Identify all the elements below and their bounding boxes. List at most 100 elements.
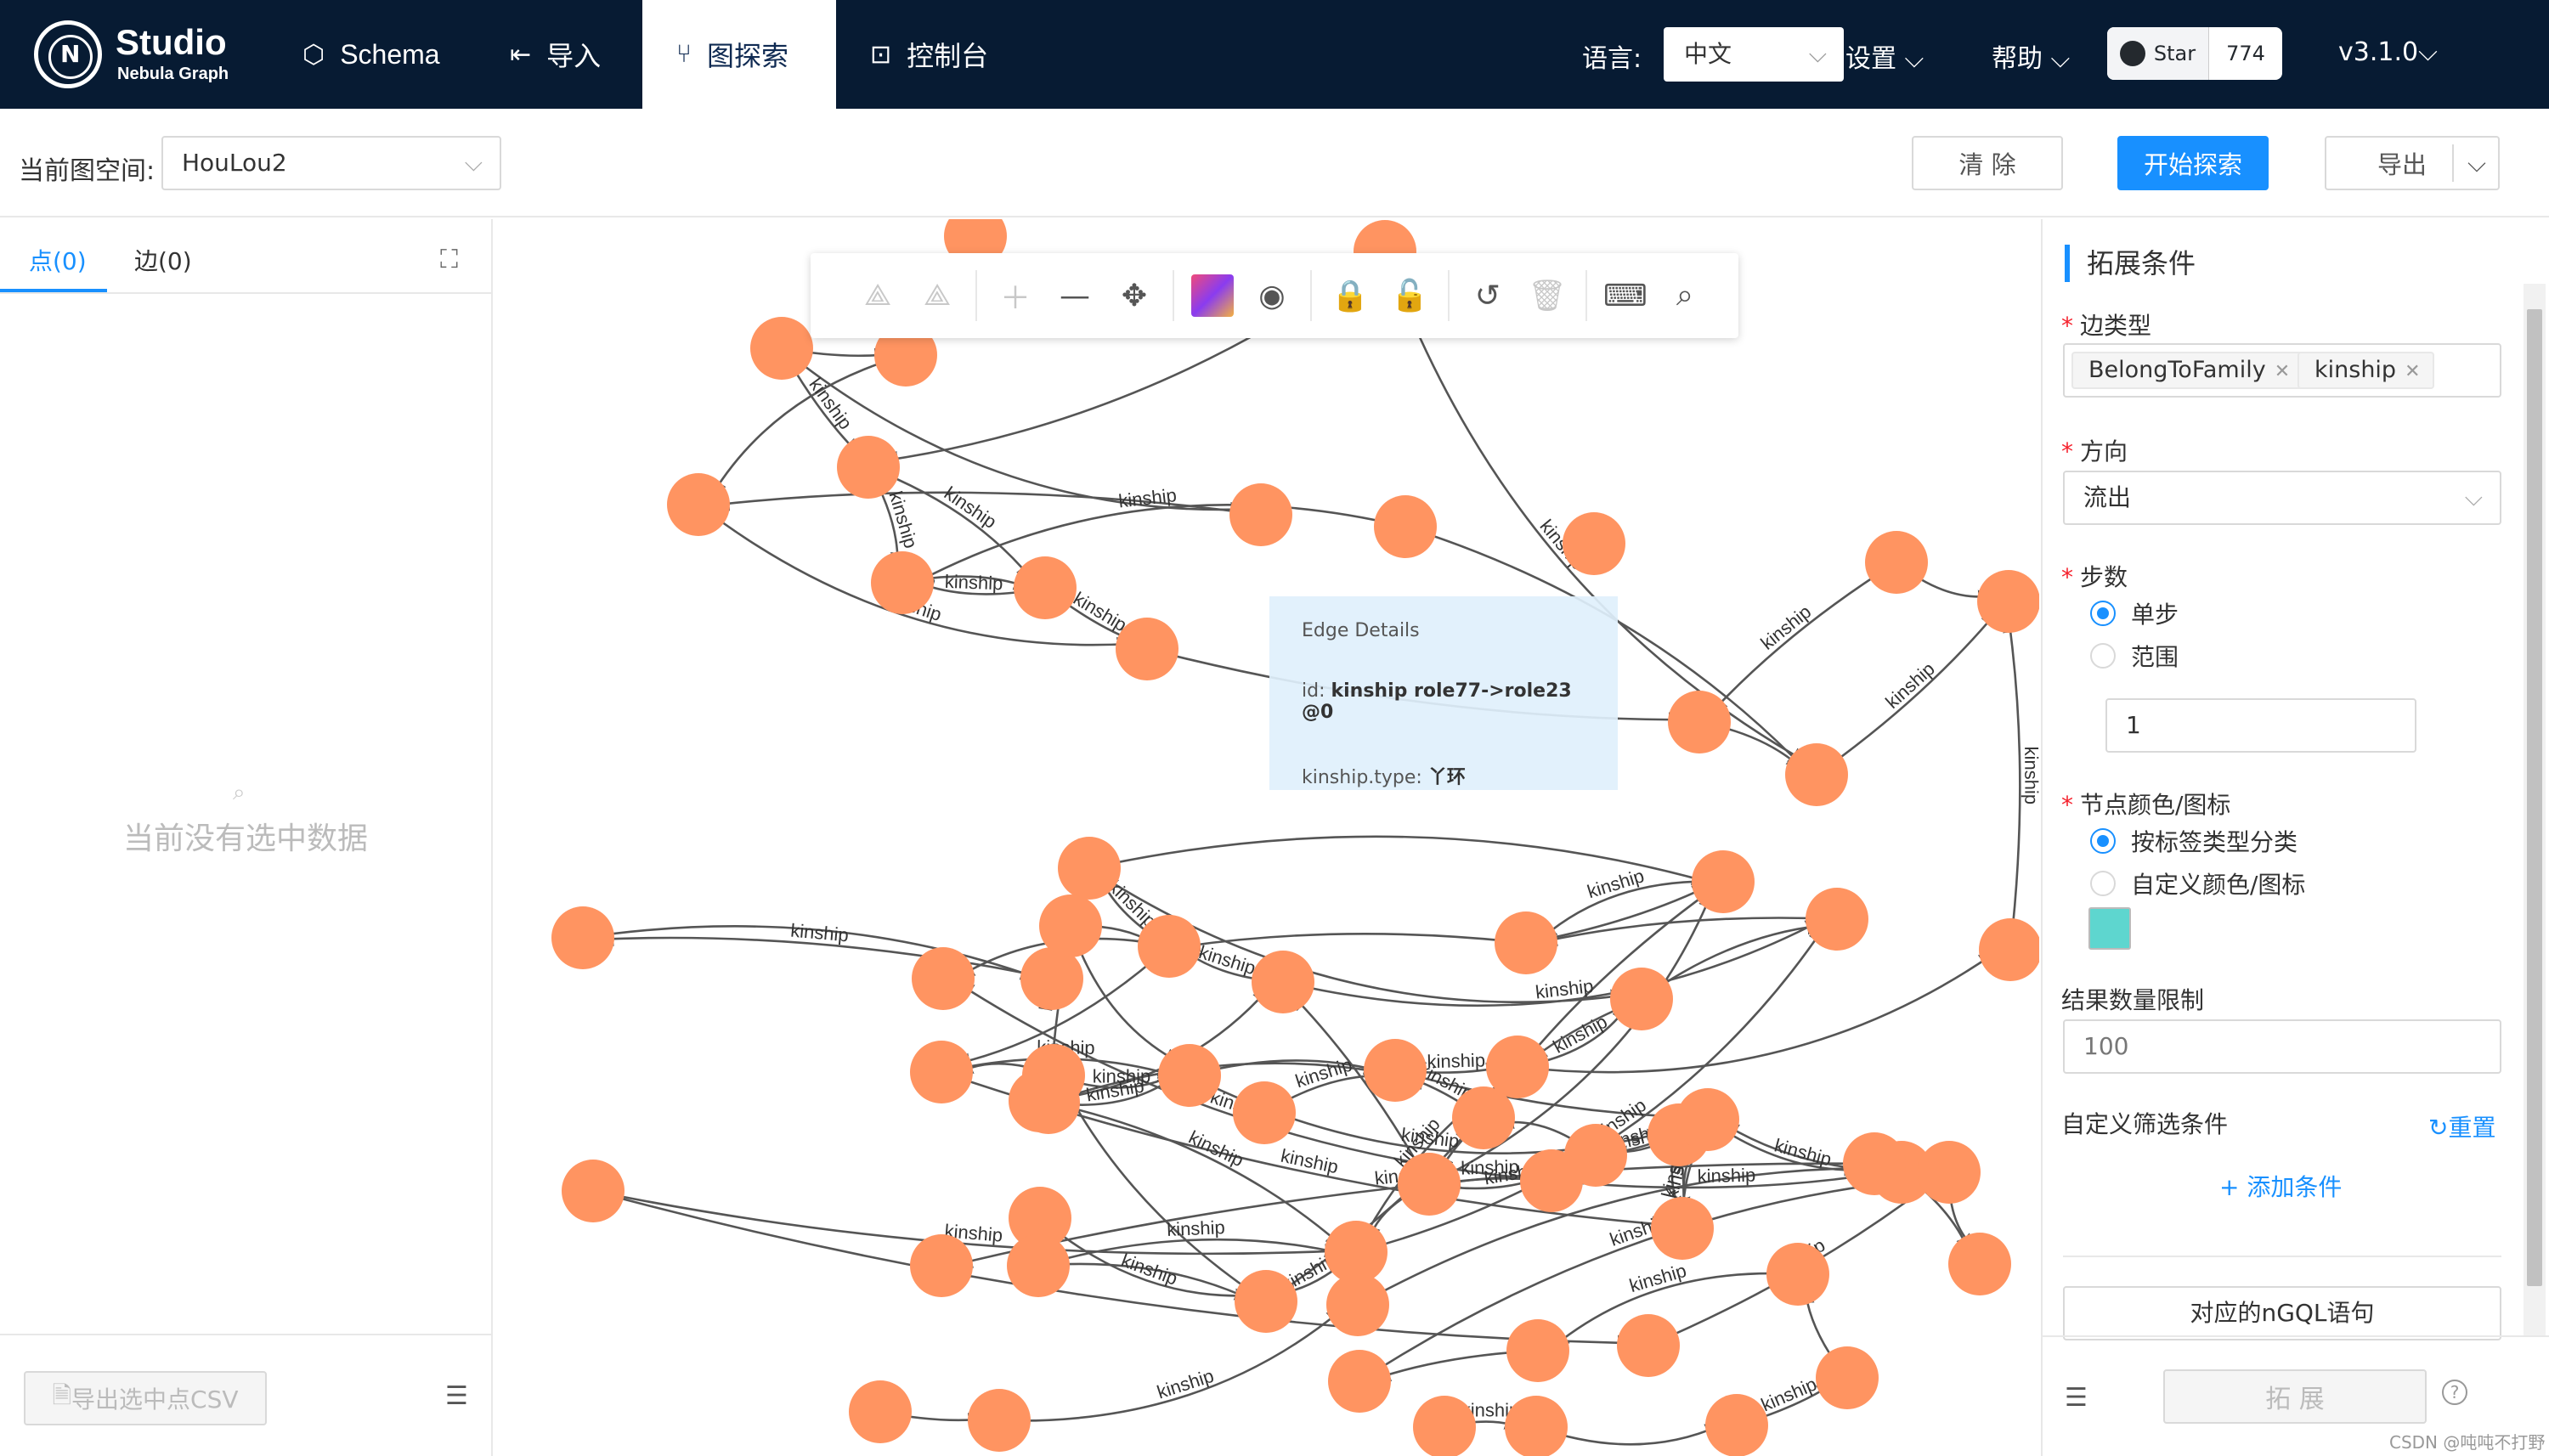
graph-node[interactable] <box>1235 1270 1297 1333</box>
graph-edge[interactable] <box>2003 617 2021 951</box>
graph-node[interactable] <box>1610 968 1673 1030</box>
graph-node[interactable] <box>871 551 934 614</box>
tab-vertices[interactable]: 点(0) <box>29 243 87 277</box>
graph-node[interactable] <box>1364 1039 1427 1102</box>
graph-node[interactable] <box>1374 495 1437 558</box>
graph-edge[interactable] <box>1184 932 1527 952</box>
graph-node[interactable] <box>1398 1153 1461 1216</box>
graph-node[interactable] <box>667 473 730 536</box>
graph-node[interactable] <box>968 1389 1031 1452</box>
expand-button[interactable]: 拓 展 <box>2163 1369 2427 1424</box>
fullscreen-icon[interactable]: ⛶ <box>440 245 458 274</box>
delete-icon[interactable]: 🗑 <box>1518 270 1577 321</box>
graph-node[interactable] <box>1651 1197 1714 1260</box>
step-input[interactable]: 1 <box>2105 698 2416 753</box>
graph-node[interactable] <box>1252 951 1314 1013</box>
graph-node[interactable] <box>1617 1314 1680 1377</box>
graph-edge[interactable] <box>1529 880 1724 1057</box>
graph-node[interactable] <box>1766 1243 1829 1306</box>
graph-node[interactable] <box>1326 1273 1389 1336</box>
undo-icon[interactable]: ↺ <box>1458 270 1518 321</box>
graph-node[interactable] <box>1816 1346 1879 1409</box>
start-explore-button[interactable]: 开始探索 <box>2117 136 2269 190</box>
graph-node[interactable] <box>910 1041 973 1103</box>
clear-button[interactable]: 清 除 <box>1912 136 2063 190</box>
graph-node[interactable] <box>1039 894 1102 957</box>
graph-node[interactable] <box>1918 1141 1981 1204</box>
graph-node[interactable] <box>1692 850 1755 913</box>
graph-node[interactable] <box>1452 1086 1515 1149</box>
result-limit-input[interactable]: 100 <box>2063 1019 2501 1074</box>
add-condition-button[interactable]: + 添加条件 <box>2219 1169 2342 1203</box>
space-select[interactable]: HouLou2 ⌵ <box>161 136 501 190</box>
export-button[interactable]: 导出 ⌵ <box>2325 136 2500 190</box>
graph-node[interactable] <box>562 1160 625 1222</box>
graph-node[interactable] <box>1785 743 1848 806</box>
ngql-statement-button[interactable]: 对应的nGQL语句 <box>2063 1286 2501 1340</box>
graph-node[interactable] <box>1413 1396 1476 1456</box>
graph-node[interactable] <box>1233 1081 1296 1144</box>
nav-explore[interactable]: ⑂ 图探索 <box>642 0 836 109</box>
graph-node[interactable] <box>1705 1394 1768 1456</box>
expand-nodes-icon[interactable]: ⟁ <box>848 270 907 321</box>
unlock-icon[interactable]: 🔓 <box>1380 270 1439 321</box>
graph-node[interactable] <box>1506 1319 1569 1382</box>
keyboard-icon[interactable]: ⌨ <box>1596 270 1655 321</box>
graph-canvas[interactable]: kinship kinship kinship kinship kinship kinsh… <box>495 219 2039 1456</box>
graph-node[interactable] <box>1668 691 1731 753</box>
help-menu[interactable]: 帮助 ⌵ <box>1992 37 2070 75</box>
graph-node[interactable] <box>1563 512 1625 575</box>
graph-node[interactable] <box>551 906 614 969</box>
nav-schema[interactable]: ⬡ Schema <box>302 0 440 109</box>
graph-node[interactable] <box>1017 1071 1080 1134</box>
graph-node[interactable] <box>1495 911 1557 974</box>
radio-custom-color[interactable]: 自定义颜色/图标 <box>2090 866 2305 900</box>
remove-nodes-icon[interactable]: ⟁ <box>907 270 967 321</box>
graph-node[interactable] <box>1520 1149 1583 1212</box>
graph-node[interactable] <box>910 1234 973 1297</box>
graph-node[interactable] <box>1948 1233 2011 1295</box>
graph-node[interactable] <box>1979 918 2039 981</box>
graph-node[interactable] <box>1977 570 2039 633</box>
graph-node[interactable] <box>1007 1234 1070 1297</box>
move-icon[interactable]: ✥ <box>1105 270 1164 321</box>
graph-node[interactable] <box>750 317 813 380</box>
search-icon[interactable]: ⌕ <box>1655 270 1715 321</box>
close-icon[interactable]: ✕ <box>2275 361 2290 382</box>
graph-node[interactable] <box>1014 556 1077 619</box>
graph-node[interactable] <box>912 947 975 1010</box>
radio-range[interactable]: 范围 <box>2090 639 2179 673</box>
studio-logo[interactable]: N Studio Nebula Graph <box>34 20 272 88</box>
graph-node[interactable] <box>1158 1044 1221 1107</box>
nav-console[interactable]: ⊡ 控制台 <box>870 0 988 109</box>
graph-node[interactable] <box>1865 531 1928 594</box>
graph-node[interactable] <box>837 436 900 499</box>
graph-edge[interactable] <box>998 1308 1343 1422</box>
graph-node[interactable] <box>849 1380 912 1443</box>
graph-node[interactable] <box>1138 915 1201 978</box>
direction-select[interactable]: 流出 ⌵ <box>2063 471 2501 525</box>
help-icon[interactable]: ? <box>2442 1380 2467 1405</box>
collapse-list-icon[interactable]: ☰ <box>445 1381 468 1411</box>
graph-node[interactable] <box>1806 888 1868 951</box>
color-palette-icon[interactable] <box>1183 270 1242 321</box>
graph-node[interactable] <box>1676 1088 1739 1151</box>
graph-node[interactable] <box>1843 1132 1906 1195</box>
graph-node[interactable] <box>1058 837 1121 900</box>
chevron-down-icon[interactable]: ⌵ <box>2467 149 2486 178</box>
radio-color-by-tag[interactable]: 按标签类型分类 <box>2090 824 2297 858</box>
graph-node[interactable] <box>1229 483 1292 546</box>
nav-import[interactable]: ⇤ 导入 <box>510 0 601 109</box>
panel-scrollbar[interactable] <box>2524 284 2546 1337</box>
tab-edges[interactable]: 边(0) <box>134 243 192 277</box>
visibility-icon[interactable]: ◉ <box>1242 270 1302 321</box>
custom-color-swatch[interactable] <box>2088 907 2131 950</box>
edge-type-select[interactable]: BelongToFamily ✕ kinship ✕ <box>2063 343 2501 398</box>
language-select[interactable]: 中文 ⌵ <box>1664 27 1844 82</box>
graph-node[interactable] <box>1116 618 1178 680</box>
graph-node[interactable] <box>1328 1350 1391 1413</box>
list-icon[interactable]: ☰ <box>2065 1383 2088 1413</box>
graph-svg[interactable]: kinship kinship kinship kinship kinship kinsh… <box>495 219 2039 1456</box>
lock-icon[interactable]: 🔒 <box>1320 270 1380 321</box>
version-menu[interactable]: v3.1.0⌵ <box>2338 37 2438 67</box>
